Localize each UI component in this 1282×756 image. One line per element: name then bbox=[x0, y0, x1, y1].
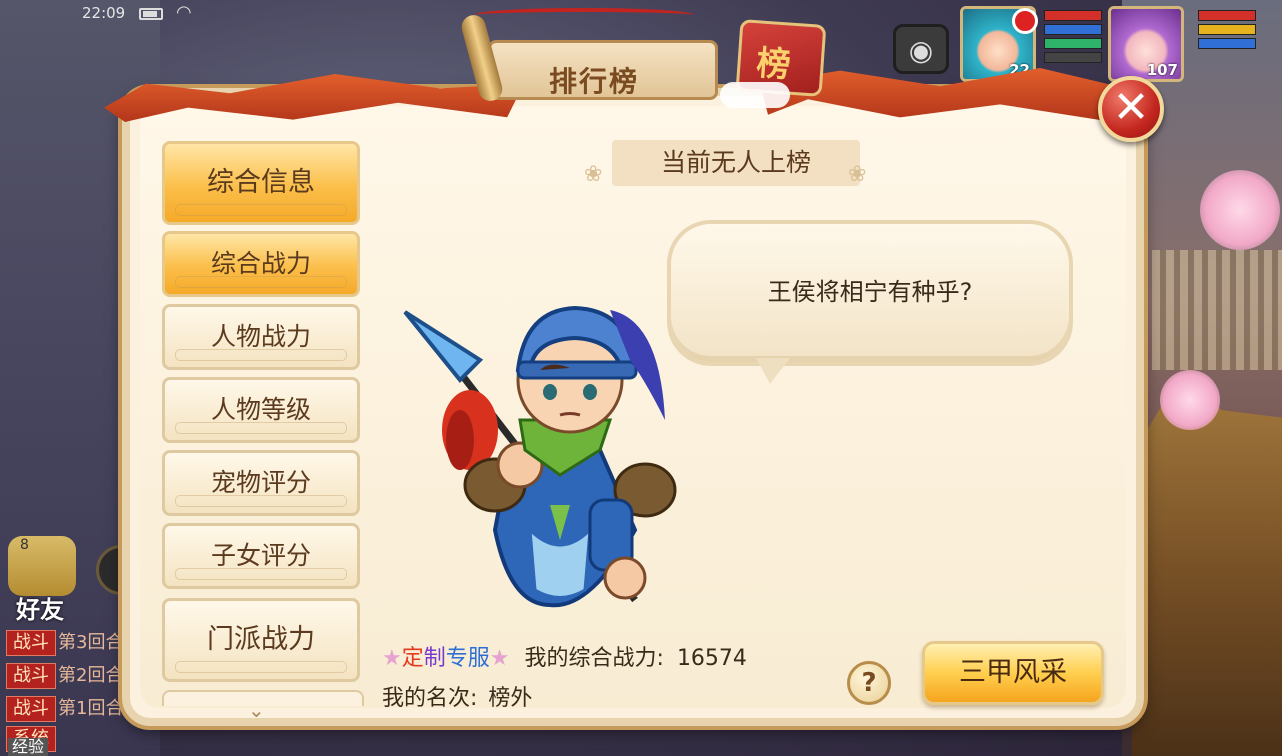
friends-label: 好友 bbox=[16, 596, 64, 624]
power-info-line: ★定制专服★ 我的综合战力: 16574 bbox=[382, 646, 747, 671]
tab-character-power[interactable]: 人物战力 bbox=[162, 304, 360, 370]
tab-children-score[interactable]: 子女评分 bbox=[162, 523, 360, 589]
tab-sect-power[interactable]: 门派战力 bbox=[162, 598, 360, 682]
warrior-character bbox=[403, 305, 677, 608]
string-decoration bbox=[474, 8, 694, 22]
player-portrait-2[interactable]: 107 bbox=[1108, 6, 1184, 82]
background-building bbox=[1132, 380, 1282, 756]
my-rank-label: 我的名次: bbox=[382, 686, 478, 711]
chat-line[interactable]: 战斗 第1回合 bbox=[6, 694, 123, 722]
friends-badge: 8 bbox=[20, 537, 29, 553]
tab-character-level[interactable]: 人物等级 bbox=[162, 377, 360, 443]
close-icon: ✕ bbox=[1112, 82, 1150, 133]
blossom-decoration bbox=[1160, 370, 1220, 430]
top-three-button[interactable]: 三甲风采 bbox=[922, 641, 1104, 705]
my-power-label: 我的综合战力: bbox=[524, 646, 664, 671]
tab-pet-score[interactable]: 宠物评分 bbox=[162, 450, 360, 516]
chat-line[interactable]: 战斗 第2回合 bbox=[6, 661, 123, 689]
speech-bubble-tail bbox=[756, 358, 790, 384]
tab-comprehensive-info[interactable]: 综合信息 bbox=[162, 141, 360, 225]
player-stat-bars-2 bbox=[1198, 10, 1256, 52]
curl-decoration: ❀ bbox=[848, 162, 867, 187]
camera-button[interactable]: ◉ bbox=[893, 24, 949, 74]
cloud-decoration bbox=[720, 82, 790, 108]
blossom-decoration bbox=[1200, 170, 1280, 250]
player-stat-bars-1 bbox=[1044, 10, 1102, 66]
rank-status-header: 当前无人上榜 bbox=[612, 140, 860, 186]
chat-line[interactable]: 战斗 第3回合 bbox=[6, 628, 123, 656]
rank-info-line: 我的名次: 榜外 bbox=[382, 680, 532, 712]
camera-icon: ◉ bbox=[908, 34, 934, 67]
status-time: 22:09 bbox=[82, 4, 126, 22]
friends-icon[interactable] bbox=[8, 536, 76, 596]
question-icon: ? bbox=[861, 668, 877, 698]
tab-comprehensive-power[interactable]: 综合战力 bbox=[162, 231, 360, 297]
help-button[interactable]: ? bbox=[847, 661, 891, 705]
background-railing bbox=[1152, 250, 1282, 370]
my-rank-value: 榜外 bbox=[488, 686, 533, 711]
player-level: 107 bbox=[1146, 61, 1178, 79]
speech-bubble-text: 王侯将相宁有种乎? bbox=[767, 278, 973, 306]
star-icon: ★ bbox=[382, 646, 402, 671]
chevron-down-icon[interactable]: ⌄ bbox=[248, 698, 265, 722]
battery-icon bbox=[139, 8, 163, 20]
star-icon: ★ bbox=[489, 646, 510, 671]
my-power-value: 16574 bbox=[676, 646, 747, 671]
notification-dot bbox=[1012, 8, 1038, 34]
exp-label: 经验 bbox=[8, 738, 49, 756]
close-button[interactable]: ✕ bbox=[1098, 76, 1164, 142]
panel-title: 排行榜 bbox=[549, 65, 640, 98]
wifi-icon: ◠ bbox=[176, 2, 192, 23]
